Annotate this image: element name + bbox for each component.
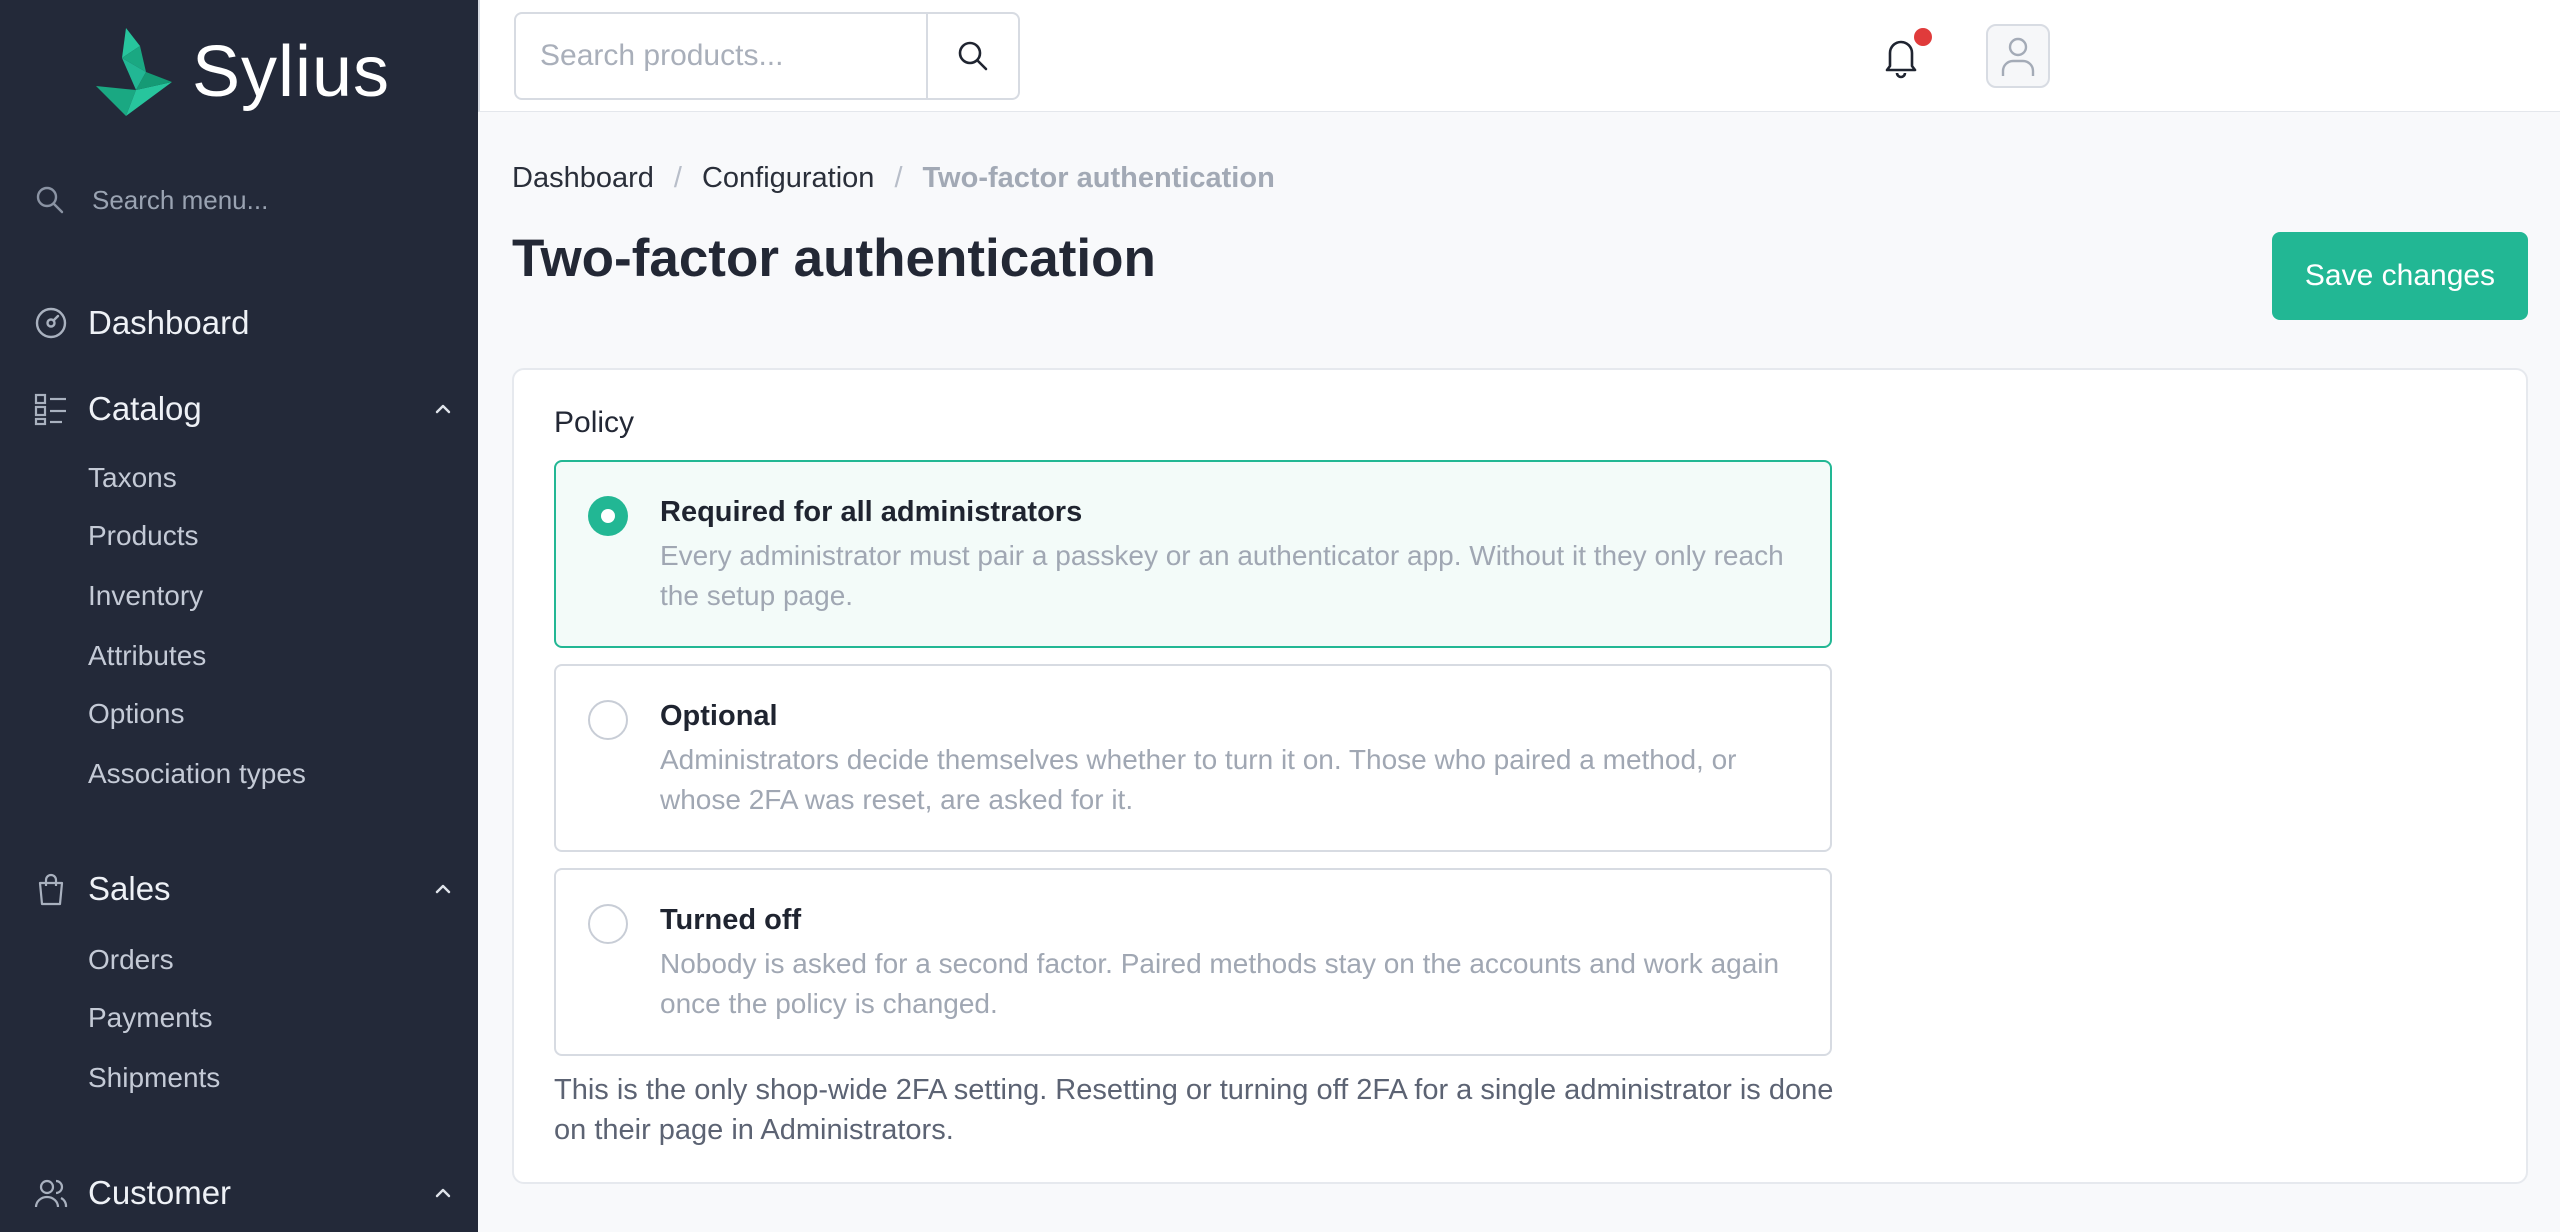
breadcrumb-separator: / xyxy=(894,162,903,194)
sidebar-item-options[interactable]: Options xyxy=(88,698,185,730)
sidebar-item-inventory[interactable]: Inventory xyxy=(88,580,203,612)
sylius-logo-icon xyxy=(96,28,172,116)
sidebar-item-label: Dashboard xyxy=(88,304,250,341)
option-description: Nobody is asked for a second factor. Pai… xyxy=(660,948,1780,1019)
option-description: Every administrator must pair a passkey … xyxy=(660,540,1784,611)
sidebar-item-taxons[interactable]: Taxons xyxy=(88,462,177,494)
sidebar-item-payments[interactable]: Payments xyxy=(88,1002,213,1034)
search-icon xyxy=(958,41,988,71)
radio-button[interactable] xyxy=(588,496,628,536)
sidebar-item-shipments[interactable]: Shipments xyxy=(88,1062,220,1094)
top-bar xyxy=(478,0,2560,112)
breadcrumb-configuration[interactable]: Configuration xyxy=(702,162,875,195)
menu-search xyxy=(34,184,432,216)
sidebar-item-products[interactable]: Products xyxy=(88,520,199,552)
sidebar-item-label: Customer xyxy=(88,1174,232,1211)
users-icon xyxy=(34,1179,68,1208)
sidebar-item-catalog[interactable]: Catalog xyxy=(34,390,454,428)
notification-badge xyxy=(1914,28,1932,46)
sidebar-item-association-types[interactable]: Association types xyxy=(88,758,306,790)
policy-label: Policy xyxy=(554,406,635,439)
chevron-up-icon[interactable] xyxy=(432,398,454,420)
menu-search-input[interactable] xyxy=(92,184,432,216)
policy-option-optional[interactable]: Optional Administrators decide themselve… xyxy=(554,664,1832,852)
search-button[interactable] xyxy=(926,14,1018,98)
search-icon xyxy=(36,186,64,214)
option-title: Required for all administrators xyxy=(660,496,1083,528)
option-title: Optional xyxy=(660,700,778,732)
chevron-up-icon[interactable] xyxy=(432,878,454,900)
policy-footnote: This is the only shop-wide 2FA setting. … xyxy=(554,1074,1834,1146)
policy-option-turned-off[interactable]: Turned off Nobody is asked for a second … xyxy=(554,868,1832,1056)
sidebar-item-attributes[interactable]: Attributes xyxy=(88,640,206,672)
breadcrumb-current: Two-factor authentication xyxy=(922,162,1275,194)
option-title: Turned off xyxy=(660,904,802,936)
save-changes-button[interactable]: Save changes xyxy=(2272,232,2528,320)
sidebar-item-sales[interactable]: Sales xyxy=(34,870,454,908)
option-description: Administrators decide themselves whether… xyxy=(660,744,1737,815)
sidebar-item-customer[interactable]: Customer xyxy=(34,1174,454,1212)
user-icon xyxy=(2001,37,2035,76)
product-search-input[interactable] xyxy=(516,14,926,98)
radio-button[interactable] xyxy=(588,904,628,944)
user-menu-button[interactable] xyxy=(1986,24,2050,88)
sidebar-item-orders[interactable]: Orders xyxy=(88,944,174,976)
product-search xyxy=(514,12,1020,100)
policy-card: Policy Required for all administrators E… xyxy=(512,368,2528,1184)
sidebar: Sylius Dashboard Catalog Taxons xyxy=(0,0,478,1232)
logo[interactable]: Sylius xyxy=(96,28,390,116)
breadcrumb: Dashboard / Configuration / Two-factor a… xyxy=(512,162,1275,195)
list-icon xyxy=(34,393,66,426)
breadcrumb-dashboard[interactable]: Dashboard xyxy=(512,162,654,195)
breadcrumb-separator: / xyxy=(673,162,682,194)
sidebar-item-label: Catalog xyxy=(88,390,202,427)
policy-option-required[interactable]: Required for all administrators Every ad… xyxy=(554,460,1832,648)
sidebar-item-label: Sales xyxy=(88,870,171,907)
chevron-up-icon[interactable] xyxy=(432,1182,454,1204)
logo-text: Sylius xyxy=(192,32,391,112)
shopping-bag-icon xyxy=(38,873,64,906)
gauge-icon xyxy=(35,307,67,339)
radio-button[interactable] xyxy=(588,700,628,740)
sidebar-item-dashboard[interactable]: Dashboard xyxy=(34,304,454,342)
page-title: Two-factor authentication xyxy=(512,229,1156,288)
